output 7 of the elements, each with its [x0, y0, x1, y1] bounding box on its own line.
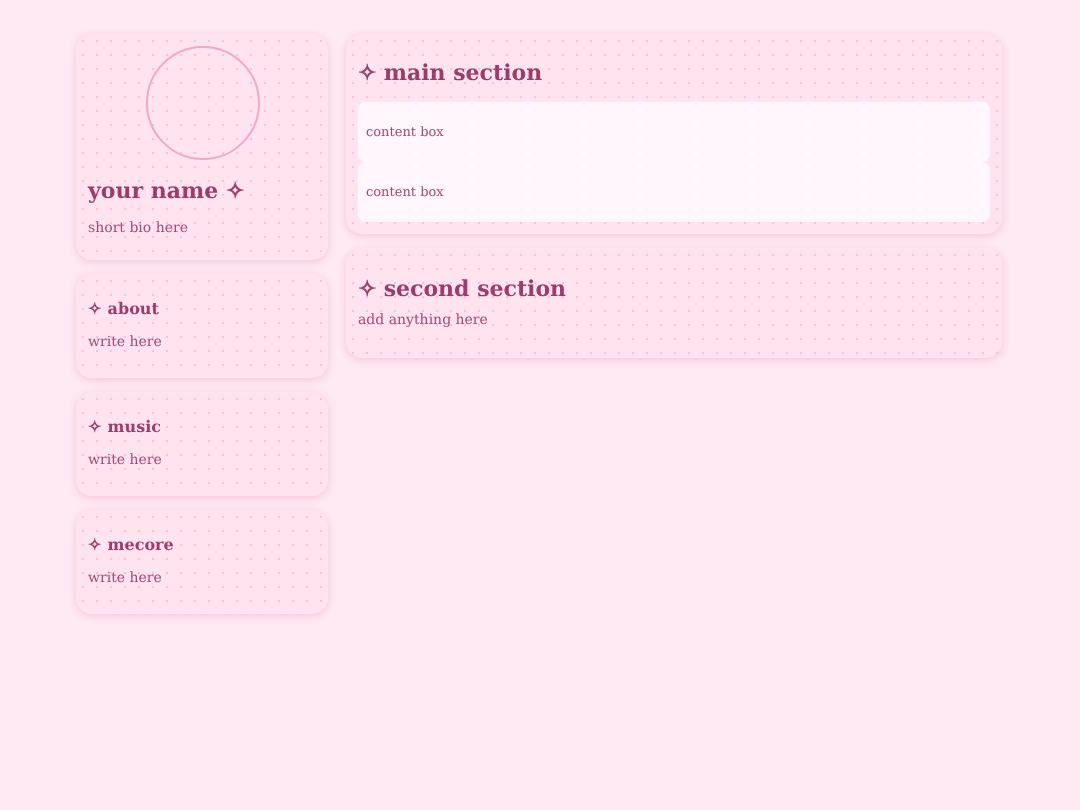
section-title: ✧ main section — [358, 60, 545, 86]
avatar-circle — [145, 46, 259, 160]
card-title: ✧ mecore — [88, 534, 176, 554]
profile-name: your name ✧ — [88, 178, 246, 204]
card-title: ✧ music — [88, 416, 163, 436]
section-title: ✧ second section — [358, 276, 569, 302]
card-title: ✧ about — [88, 298, 161, 318]
